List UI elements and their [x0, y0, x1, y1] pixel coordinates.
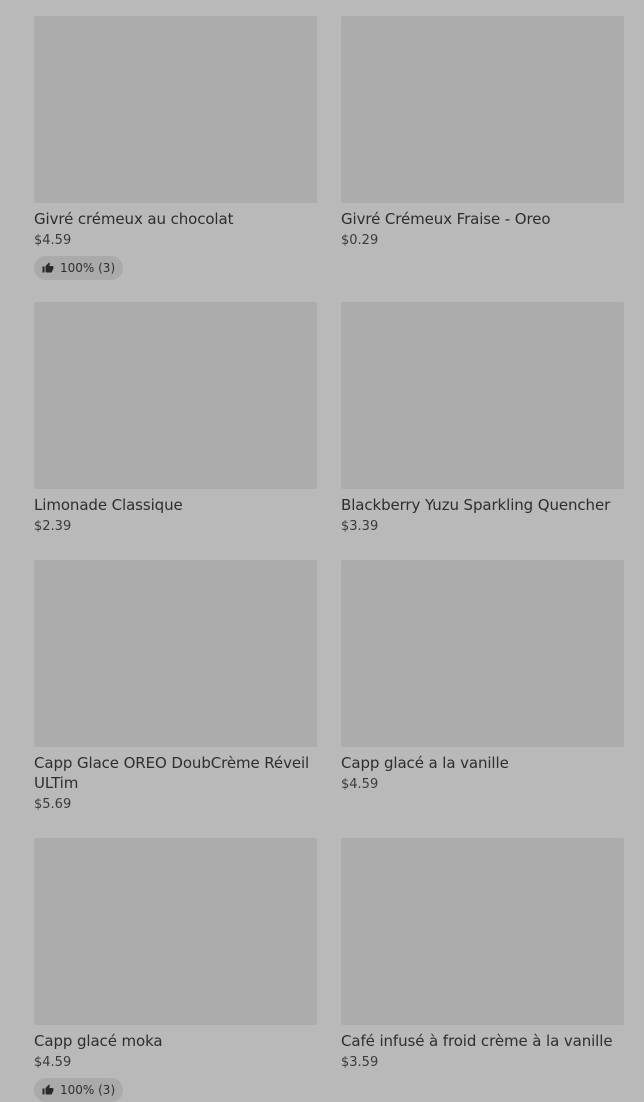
product-name[interactable]: Capp glacé a la vanille: [341, 753, 624, 773]
product-grid: Givré crémeux au chocolat $4.59 100% (3)…: [34, 16, 624, 1102]
product-image[interactable]: [341, 560, 624, 747]
thumbs-up-icon: [42, 262, 54, 273]
product-price: $4.59: [34, 233, 72, 248]
product-name[interactable]: Café infusé à froid crème à la vanille: [341, 1031, 624, 1051]
product-name[interactable]: Blackberry Yuzu Sparkling Quencher: [341, 495, 624, 515]
product-price: $4.59: [34, 1055, 72, 1070]
product-image[interactable]: [34, 838, 317, 1025]
product-name[interactable]: Givré crémeux au chocolat: [34, 209, 317, 229]
product-card[interactable]: Blackberry Yuzu Sparkling Quencher $3.39: [341, 302, 624, 560]
product-price: $3.59: [341, 1055, 379, 1070]
product-price: $2.39: [34, 519, 72, 534]
product-price: $0.29: [341, 233, 379, 248]
product-name[interactable]: Givré Crémeux Fraise - Oreo: [341, 209, 624, 229]
product-image[interactable]: [341, 16, 624, 203]
product-card[interactable]: Café infusé à froid crème à la vanille $…: [341, 838, 624, 1096]
product-price: $5.69: [34, 797, 72, 812]
product-card[interactable]: Capp glacé moka $4.59 100% (3): [34, 838, 317, 1102]
rating-badge: 100% (3): [34, 1078, 124, 1102]
product-price: $3.39: [341, 519, 379, 534]
product-image[interactable]: [341, 838, 624, 1025]
product-image[interactable]: [34, 16, 317, 203]
product-name[interactable]: Limonade Classique: [34, 495, 317, 515]
rating-badge: 100% (3): [34, 256, 124, 280]
product-name[interactable]: Capp Glace OREO DoubCrème Réveil ULTim: [34, 753, 317, 793]
product-price: $4.59: [341, 777, 379, 792]
product-image[interactable]: [34, 302, 317, 489]
product-card[interactable]: Givré crémeux au chocolat $4.59 100% (3): [34, 16, 317, 302]
product-image[interactable]: [34, 560, 317, 747]
rating-text: 100% (3): [60, 1083, 116, 1097]
product-card[interactable]: Capp Glace OREO DoubCrème Réveil ULTim $…: [34, 560, 317, 838]
product-card[interactable]: Givré Crémeux Fraise - Oreo $0.29: [341, 16, 624, 302]
product-image[interactable]: [341, 302, 624, 489]
product-card[interactable]: Capp glacé a la vanille $4.59: [341, 560, 624, 838]
rating-text: 100% (3): [60, 261, 116, 275]
thumbs-up-icon: [42, 1084, 54, 1095]
product-card[interactable]: Limonade Classique $2.39: [34, 302, 317, 560]
product-name[interactable]: Capp glacé moka: [34, 1031, 317, 1051]
